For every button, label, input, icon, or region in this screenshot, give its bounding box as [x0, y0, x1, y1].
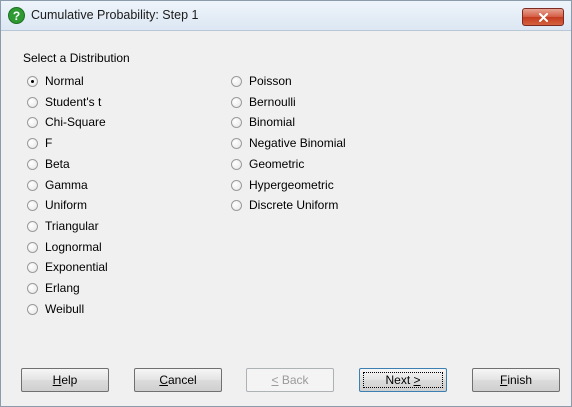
close-button[interactable] — [522, 8, 564, 26]
radio-button-icon[interactable] — [27, 282, 38, 294]
radio-button-icon[interactable] — [27, 116, 38, 128]
radio-button-icon[interactable] — [27, 75, 38, 87]
radio-student-s-t[interactable]: Student's t — [27, 94, 101, 110]
radio-hypergeometric[interactable]: Hypergeometric — [231, 177, 334, 193]
radio-label: Discrete Uniform — [249, 198, 339, 212]
help-question-icon: ? — [8, 7, 25, 24]
radio-label: Poisson — [249, 74, 292, 88]
radio-label: Student's t — [45, 95, 102, 109]
help-button[interactable]: Help — [21, 368, 109, 392]
radio-weibull[interactable]: Weibull — [27, 301, 84, 317]
group-label: Select a Distribution — [23, 51, 130, 65]
radio-exponential[interactable]: Exponential — [27, 259, 108, 275]
radio-button-icon[interactable] — [231, 75, 242, 87]
title-bar[interactable]: ? Cumulative Probability: Step 1 — [1, 1, 571, 31]
cancel-button-label: ancel — [167, 373, 197, 387]
radio-negative-binomial[interactable]: Negative Binomial — [231, 135, 346, 151]
radio-button-icon[interactable] — [27, 179, 38, 191]
radio-erlang[interactable]: Erlang — [27, 280, 80, 296]
radio-discrete-uniform[interactable]: Discrete Uniform — [231, 197, 338, 213]
finish-button[interactable]: Finish — [472, 368, 560, 392]
radio-button-icon[interactable] — [231, 116, 242, 128]
radio-normal[interactable]: Normal — [27, 73, 84, 89]
radio-beta[interactable]: Beta — [27, 156, 70, 172]
finish-button-label: inish — [507, 373, 533, 387]
radio-poisson[interactable]: Poisson — [231, 73, 292, 89]
svg-text:?: ? — [13, 9, 20, 23]
radio-chi-square[interactable]: Chi-Square — [27, 114, 106, 130]
radio-gamma[interactable]: Gamma — [27, 177, 88, 193]
radio-label: Gamma — [45, 178, 88, 192]
help-button-label: elp — [61, 373, 78, 387]
radio-button-icon[interactable] — [27, 241, 38, 253]
radio-label: Exponential — [45, 260, 108, 274]
radio-binomial[interactable]: Binomial — [231, 114, 295, 130]
radio-label: Bernoulli — [249, 95, 296, 109]
back-button[interactable]: < Back — [246, 368, 334, 392]
radio-label: Lognormal — [45, 240, 102, 254]
next-button[interactable]: Next > — [359, 368, 447, 392]
radio-button-icon[interactable] — [27, 137, 38, 149]
radio-bernoulli[interactable]: Bernoulli — [231, 94, 296, 110]
radio-label: Triangular — [45, 219, 99, 233]
radio-triangular[interactable]: Triangular — [27, 218, 99, 234]
radio-button-icon[interactable] — [27, 220, 38, 232]
cancel-button[interactable]: Cancel — [134, 368, 222, 392]
radio-label: Weibull — [45, 302, 85, 316]
radio-label: Chi-Square — [45, 115, 106, 129]
radio-button-icon[interactable] — [27, 303, 38, 315]
radio-button-icon[interactable] — [27, 199, 38, 211]
radio-button-icon[interactable] — [27, 96, 38, 108]
radio-label: Negative Binomial — [249, 136, 346, 150]
dialog-window: ? Cumulative Probability: Step 1 Select … — [0, 0, 572, 407]
radio-lognormal[interactable]: Lognormal — [27, 239, 102, 255]
back-button-label: Back — [278, 373, 309, 387]
radio-button-icon[interactable] — [231, 179, 242, 191]
radio-label: Erlang — [45, 281, 80, 295]
radio-uniform[interactable]: Uniform — [27, 197, 87, 213]
radio-label: Geometric — [249, 157, 305, 171]
radio-label: Normal — [45, 74, 84, 88]
close-x-icon — [539, 13, 548, 22]
radio-label: F — [45, 136, 53, 150]
radio-button-icon[interactable] — [231, 199, 242, 211]
radio-f[interactable]: F — [27, 135, 52, 151]
radio-geometric[interactable]: Geometric — [231, 156, 304, 172]
window-title: Cumulative Probability: Step 1 — [31, 8, 199, 22]
cancel-button-mnemonic: C — [159, 373, 168, 387]
focus-rectangle — [363, 372, 443, 388]
radio-label: Hypergeometric — [249, 178, 334, 192]
radio-button-icon[interactable] — [231, 158, 242, 170]
radio-button-icon[interactable] — [27, 158, 38, 170]
radio-button-icon[interactable] — [231, 137, 242, 149]
radio-button-icon[interactable] — [27, 261, 38, 273]
radio-button-icon[interactable] — [231, 96, 242, 108]
radio-label: Binomial — [249, 115, 296, 129]
radio-label: Beta — [45, 157, 70, 171]
back-button-mnemonic: < — [271, 373, 279, 387]
radio-label: Uniform — [45, 198, 88, 212]
